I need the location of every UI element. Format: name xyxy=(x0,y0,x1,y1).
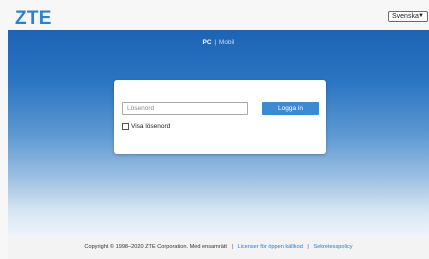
mobile-view-link[interactable]: Mobil xyxy=(219,39,235,46)
show-password-option[interactable]: Visa lösenord xyxy=(122,122,170,131)
footer-divider: | xyxy=(307,244,309,250)
login-card: Logga in Visa lösenord xyxy=(114,80,326,154)
show-password-checkbox[interactable] xyxy=(122,123,129,130)
zte-logo: ZTE xyxy=(15,8,52,29)
language-select[interactable]: Svenska ▼ xyxy=(388,11,428,22)
privacy-policy-link[interactable]: Sekretesspolicy xyxy=(313,244,352,250)
page-frame: ZTE Svenska ▼ PC | Mobil Logga in Visa l… xyxy=(0,0,429,259)
login-button[interactable]: Logga in xyxy=(262,102,319,115)
language-select-value: Svenska xyxy=(392,13,419,20)
open-source-license-link[interactable]: Licenser för öppen källkod xyxy=(238,244,303,250)
header-bar: ZTE Svenska ▼ xyxy=(8,5,429,30)
footer-divider: | xyxy=(231,244,233,250)
show-password-label: Visa lösenord xyxy=(131,123,171,130)
password-input[interactable] xyxy=(122,102,248,115)
pc-view-link[interactable]: PC xyxy=(203,39,212,46)
chevron-down-icon: ▼ xyxy=(418,13,424,19)
view-switch: PC | Mobil xyxy=(8,38,429,47)
main-area: PC | Mobil Logga in Visa lösenord xyxy=(8,30,429,236)
footer: Copyright © 1998–2020 ZTE Corporation. M… xyxy=(8,236,429,259)
copyright-text: Copyright © 1998–2020 ZTE Corporation. M… xyxy=(84,244,227,250)
view-switch-separator: | xyxy=(214,39,217,46)
